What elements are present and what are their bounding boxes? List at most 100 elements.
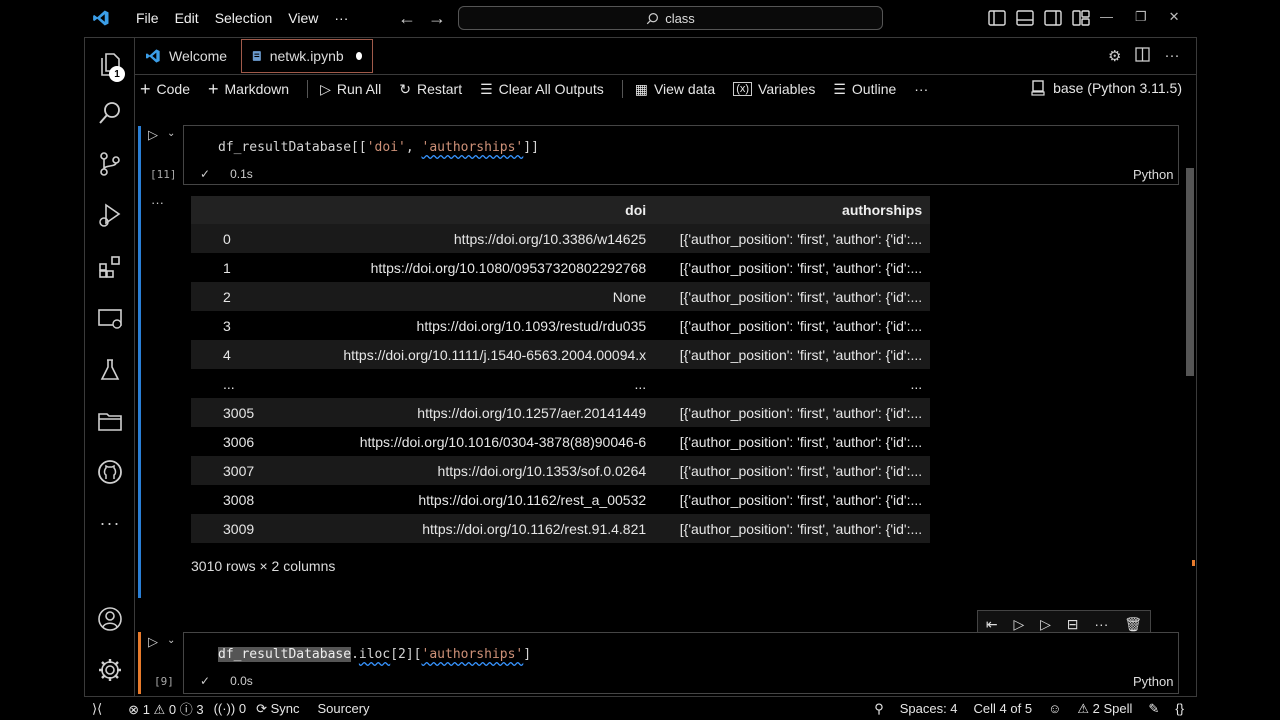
run-below-icon[interactable]: ▷ [1040, 616, 1051, 633]
back-arrow-icon[interactable]: ← [398, 8, 416, 29]
restart-label: Restart [416, 81, 463, 97]
execute-cell-below-icon[interactable]: ▷ [1014, 616, 1025, 633]
code-string: 'doi' [366, 140, 406, 155]
add-markdown-label: Markdown [224, 81, 290, 97]
chevron-down-icon[interactable]: ⌄ [167, 128, 175, 139]
restore-icon[interactable]: ❐ [1135, 9, 1147, 25]
more-toolbar-button[interactable]: ··· [914, 81, 928, 97]
sync-item[interactable]: ⟳ Sync [256, 701, 299, 717]
menu-view[interactable]: View [280, 10, 326, 26]
problems-item[interactable]: ⊗ 1 ⚠ 0 ⓘ 3 [128, 699, 203, 718]
run-cell-icon[interactable]: ▷ [148, 127, 158, 143]
code-text: ] [523, 647, 532, 662]
split-editor-icon[interactable] [1135, 47, 1151, 66]
remote-explorer-icon[interactable] [97, 306, 123, 332]
menu-file[interactable]: File [128, 10, 167, 26]
authorships-cell: [{'author_position': 'first', 'author': … [679, 259, 923, 276]
menu-more[interactable]: ··· [326, 10, 356, 26]
clear-outputs-button[interactable]: ☰ Clear All Outputs [480, 81, 604, 98]
indentation-item[interactable]: Spaces: 4 [900, 701, 958, 716]
toggle-panel-icon[interactable] [1016, 9, 1034, 27]
outline-button[interactable]: ☰ Outline [833, 81, 896, 98]
table-row: 3006 https://doi.org/10.1016/0304-3878(88… [191, 427, 930, 456]
sync-label: Sync [270, 700, 300, 716]
account-icon[interactable] [97, 606, 123, 632]
sourcery-item[interactable]: Sourcery [318, 701, 370, 716]
tab-netwk-ipynb[interactable]: netwk.ipynb [241, 39, 374, 73]
table-row: 2 None [{'author_position': 'first', 'auth… [191, 282, 931, 311]
code-line[interactable]: df_resultDatabase[['doi', 'authorships']… [218, 140, 539, 155]
row-index: 3007 [191, 456, 263, 485]
row-index: 1 [223, 259, 231, 276]
toggle-secondary-sidebar-icon[interactable] [1044, 9, 1062, 27]
more-icon[interactable]: ··· [1094, 616, 1108, 632]
code-cell-editor[interactable] [183, 125, 1179, 185]
spell-item[interactable]: ⚠ 2 Spell [1077, 701, 1132, 717]
output-more-icon[interactable]: ··· [151, 195, 164, 210]
variables-button[interactable]: (x) Variables [733, 81, 815, 97]
window-controls: — ❐ ✕ [1100, 9, 1180, 25]
editor-actions: ⚙ ··· [1108, 47, 1179, 66]
row-index: 3006 [223, 433, 255, 450]
copilot-icon[interactable]: ☺ [1048, 701, 1061, 716]
run-all-button[interactable]: ▷ Run All [320, 81, 381, 98]
execute-above-icon[interactable]: ⇤ [986, 616, 998, 633]
command-center-search[interactable]: class [458, 6, 883, 30]
github-icon[interactable] [97, 459, 123, 485]
search-icon[interactable] [97, 100, 123, 126]
testing-flask-icon[interactable] [97, 357, 123, 383]
more-views-icon[interactable]: ··· [97, 510, 123, 536]
add-markdown-button[interactable]: + Markdown [208, 79, 289, 100]
dataframe-table: doi authorships 0 https://doi.org/10.3386… [191, 196, 931, 543]
cell-language[interactable]: Python [1133, 674, 1173, 689]
column-header: doi [262, 196, 655, 224]
ports-item[interactable]: ((·)) 0 [214, 701, 247, 716]
doi-cell: https://doi.org/10.1162/rest_a_00532 [418, 491, 647, 508]
tab-welcome[interactable]: Welcome [135, 38, 237, 74]
folder-icon[interactable] [97, 408, 123, 434]
divider [1196, 37, 1197, 697]
add-code-button[interactable]: + Code [140, 79, 190, 100]
braces-icon[interactable]: {} [1175, 701, 1184, 716]
forward-arrow-icon[interactable]: → [428, 8, 446, 29]
table-row: 0 https://doi.org/10.3386/w14625 [{'author… [191, 224, 931, 253]
customize-layout-icon[interactable] [1072, 9, 1090, 27]
doi-cell: https://doi.org/10.1162/rest.91.4.821 [262, 514, 655, 543]
gear-icon[interactable]: ⚙ [1108, 47, 1121, 66]
source-control-icon[interactable] [97, 151, 123, 177]
authorships-cell: [{'author_position': 'first', 'author': … [654, 456, 931, 485]
minimize-icon[interactable]: — [1100, 9, 1113, 25]
row-index: 3008 [223, 491, 255, 508]
menu-selection[interactable]: Selection [207, 10, 281, 26]
delete-trash-icon[interactable]: 🗑 [1124, 616, 1142, 633]
more-actions-icon[interactable]: ··· [1164, 47, 1179, 66]
row-index: 4 [191, 340, 263, 369]
cell-position-item[interactable]: Cell 4 of 5 [974, 701, 1033, 716]
view-data-button[interactable]: ▦ View data [635, 81, 715, 98]
notebook-file-icon [252, 51, 261, 61]
toggle-sidebar-icon[interactable] [988, 9, 1006, 27]
exec-time: 0.1s [230, 167, 253, 181]
code-line[interactable]: df_resultDatabase.iloc[2]['authorships'] [218, 647, 531, 662]
info-count: 3 [196, 702, 204, 717]
close-icon[interactable]: ✕ [1169, 9, 1180, 25]
menu-edit[interactable]: Edit [167, 10, 207, 26]
unsaved-dot-icon[interactable] [355, 52, 363, 60]
split-cell-icon[interactable]: ⊟ [1067, 616, 1079, 633]
row-index: ... [223, 375, 235, 392]
remote-icon[interactable]: ⟩⟨ [92, 701, 102, 717]
explorer-badge: 1 [109, 66, 125, 82]
zoom-icon[interactable]: ⚲ [874, 701, 884, 717]
run-cell-icon[interactable]: ▷ [148, 634, 158, 650]
chevron-down-icon[interactable]: ⌄ [167, 635, 175, 646]
run-debug-icon[interactable] [97, 202, 123, 228]
code-cell-editor[interactable] [183, 632, 1179, 694]
extensions-icon[interactable] [97, 254, 123, 280]
kernel-picker[interactable]: base (Python 3.11.5) [1031, 80, 1182, 96]
settings-gear-icon[interactable] [97, 657, 123, 683]
cell-language[interactable]: Python [1133, 167, 1173, 182]
restart-button[interactable]: ↻ Restart [399, 81, 462, 98]
sparkle-icon[interactable]: ✎ [1148, 701, 1159, 717]
code-text: df_resultDatabase[[ [218, 140, 367, 155]
scrollbar-thumb[interactable] [1186, 168, 1194, 376]
